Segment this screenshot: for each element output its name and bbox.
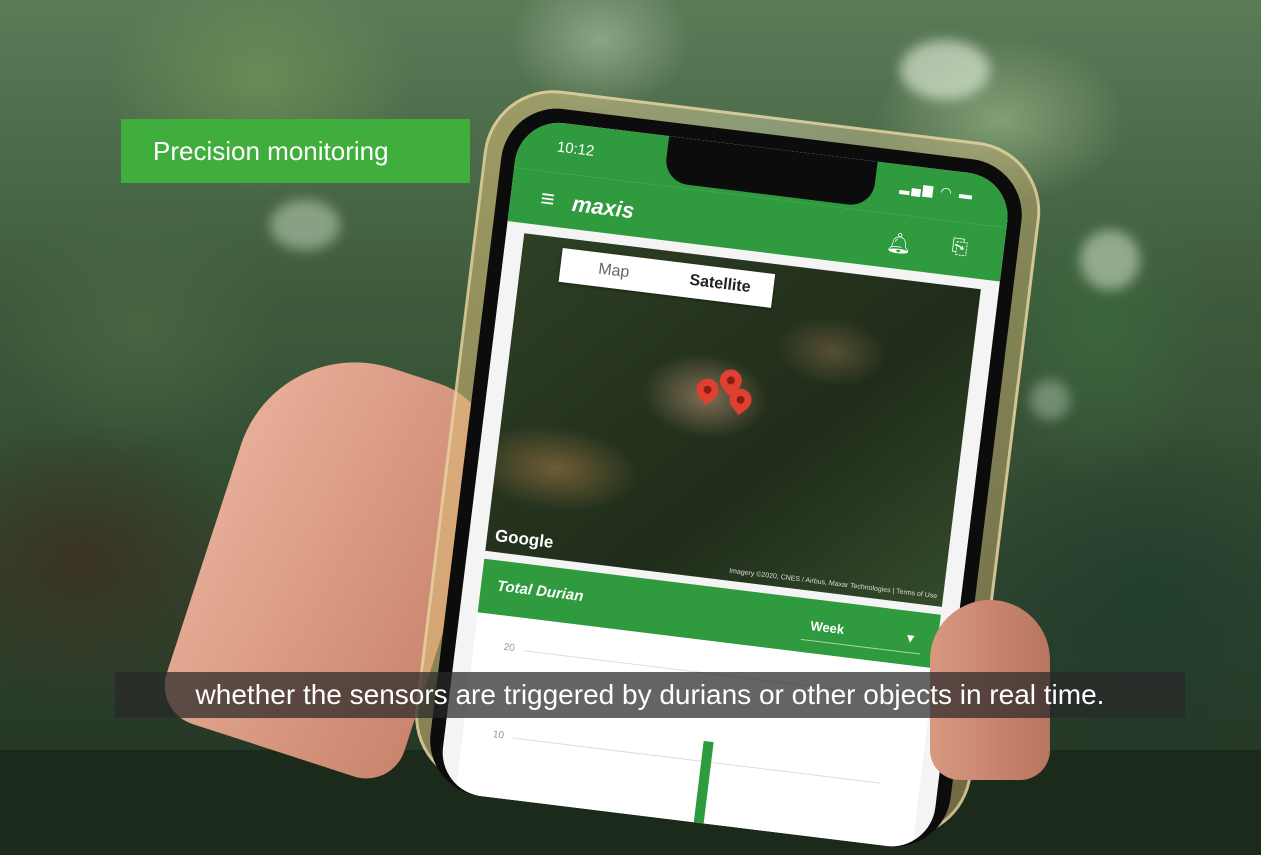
y-tick: 10 xyxy=(492,729,505,742)
satellite-map[interactable]: Map Satellite Google Imagery ©2020, CNES… xyxy=(485,233,981,607)
signal-wifi-battery-icon: ▂▄▆ ◠ ▬ xyxy=(899,178,976,203)
y-tick: 20 xyxy=(502,641,516,655)
period-value: Week xyxy=(809,618,845,638)
logout-icon[interactable]: ⎘ xyxy=(950,235,969,260)
bell-icon[interactable]: 🔔︎ xyxy=(885,229,913,257)
gridline xyxy=(512,737,880,784)
phone-screen: 10:12 ▂▄▆ ◠ ▬ ≡ maxis 🔔︎ ⎘ Map Satellite… xyxy=(437,117,1013,852)
video-subtitle: whether the sensors are triggered by dur… xyxy=(115,672,1185,718)
caption-text: Precision monitoring xyxy=(153,135,389,166)
app-logo: maxis xyxy=(570,190,636,224)
bokeh-light xyxy=(1080,230,1140,290)
title-caption: Precision monitoring xyxy=(121,119,470,183)
bokeh-light xyxy=(1030,380,1070,420)
menu-icon[interactable]: ≡ xyxy=(539,185,556,214)
google-logo: Google xyxy=(494,525,555,552)
satellite-tab[interactable]: Satellite xyxy=(665,261,775,308)
bokeh-light xyxy=(270,200,340,250)
status-time: 10:12 xyxy=(555,138,596,161)
chevron-down-icon: ▾ xyxy=(906,629,915,646)
period-select[interactable]: Week ▾ xyxy=(800,610,924,655)
map-tab[interactable]: Map xyxy=(559,248,669,295)
map-pin-icon[interactable] xyxy=(692,374,723,406)
card-title: Total Durian xyxy=(496,577,585,606)
chart-bar xyxy=(689,740,714,852)
map-type-toggle: Map Satellite xyxy=(558,247,776,308)
bokeh-light xyxy=(900,40,990,100)
